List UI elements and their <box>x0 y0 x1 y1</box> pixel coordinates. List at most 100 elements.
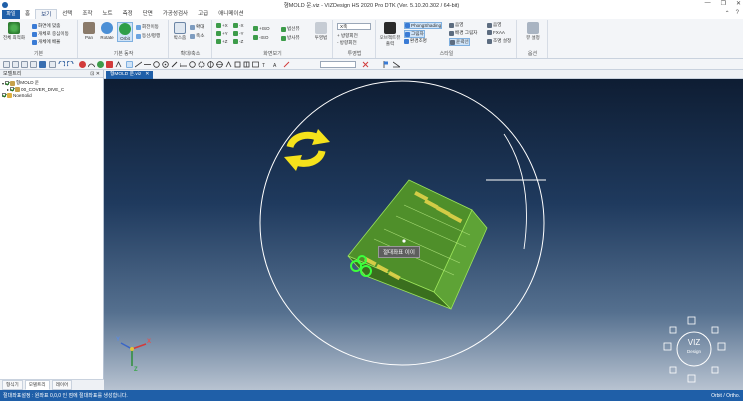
pen-icon[interactable] <box>171 61 178 68</box>
view-minus-z-button[interactable]: -Z <box>233 39 243 44</box>
collapse-ribbon-icon[interactable]: ⌃ <box>725 10 730 17</box>
box-zoom-button[interactable]: 박스줌 <box>172 22 188 41</box>
save-as-icon[interactable] <box>30 61 37 68</box>
center-on-object-button[interactable]: 개체로 중심이동 <box>32 31 69 37</box>
panel-pin-close-icon[interactable]: ⊡ ✕ <box>90 71 100 77</box>
tab-view[interactable]: 보기 <box>35 9 58 19</box>
tree-item[interactable]: NoeSolid <box>2 92 101 98</box>
rotate-minus-button[interactable]: - 방향회전 <box>337 40 357 46</box>
layers-icon[interactable] <box>234 61 241 68</box>
new-file-icon[interactable] <box>3 61 10 68</box>
viewport-canvas[interactable] <box>104 79 743 390</box>
view-minus-y-button[interactable]: -Y <box>233 31 244 36</box>
target-icon[interactable] <box>216 61 223 68</box>
fxaa-button[interactable]: FXAA <box>487 30 505 35</box>
tab-section[interactable]: 단면 <box>138 9 158 19</box>
view-minus-x-button[interactable]: -X <box>233 23 244 28</box>
tab-advanced[interactable]: 고급 <box>193 9 213 19</box>
view-plus-y-button[interactable]: +Y <box>216 31 228 36</box>
document-tab[interactable]: 형MOLD 운.viz ✕ <box>106 71 154 79</box>
shade-extra-button[interactable]: 음영 <box>487 22 501 28</box>
red-pen-icon[interactable] <box>283 61 290 68</box>
shadow-button[interactable]: 그림자 <box>404 30 425 38</box>
sphere-icon[interactable] <box>97 61 104 68</box>
close-button[interactable]: ✕ <box>736 0 741 7</box>
pan-button[interactable]: Pan <box>81 22 97 40</box>
tab-operate[interactable]: 조작 <box>77 9 97 19</box>
visibility-checkbox[interactable] <box>10 87 15 91</box>
slope-icon[interactable] <box>392 61 402 68</box>
radial-view-button[interactable]: 방사뷰 <box>281 35 300 41</box>
light-settings-button[interactable]: 조명 설정 <box>487 38 511 44</box>
minimize-button[interactable]: — <box>705 0 711 7</box>
outline-button[interactable]: 윤곽선 <box>449 38 470 46</box>
zoom-in-button[interactable]: 확대 <box>190 24 204 30</box>
redo-icon[interactable] <box>66 60 74 68</box>
tab-tree-view[interactable]: 형식기 <box>2 380 23 390</box>
axis-dropdown[interactable]: X축 <box>337 23 371 30</box>
tab-layer[interactable]: 레이어 <box>51 380 73 390</box>
save-icon[interactable] <box>21 61 28 68</box>
projection-button[interactable]: 투영법 <box>313 22 329 41</box>
image-icon[interactable] <box>252 61 259 68</box>
rotate-button[interactable]: Rotate <box>99 22 115 40</box>
open-file-icon[interactable] <box>12 61 19 68</box>
env-light-button[interactable]: 환경조명 <box>404 38 427 44</box>
dimension-icon[interactable] <box>179 61 187 68</box>
visibility-checkbox[interactable] <box>5 81 10 85</box>
maximize-button[interactable]: ❐ <box>721 0 726 7</box>
view-plus-z-button[interactable]: +Z <box>216 39 228 44</box>
select-point-icon[interactable] <box>126 61 133 68</box>
help-icon[interactable]: ? <box>736 10 739 17</box>
record-icon[interactable] <box>106 61 113 68</box>
3d-viewport[interactable]: 절대좌표 이이 Y X Z VIZ Design <box>104 79 743 390</box>
fit-all-button[interactable]: 전체 최적화 <box>3 22 25 41</box>
curve-icon[interactable] <box>87 61 96 68</box>
arc-icon[interactable] <box>189 61 196 68</box>
print-icon[interactable] <box>39 61 46 68</box>
toolbar-input[interactable] <box>320 61 356 68</box>
close-tab-icon[interactable]: ✕ <box>145 71 149 79</box>
shading-toggle-button[interactable]: 음영 <box>449 22 463 28</box>
gear-icon[interactable] <box>198 61 205 68</box>
circle-icon[interactable] <box>153 61 160 68</box>
point-icon[interactable] <box>79 61 86 68</box>
tab-home[interactable]: 홈 <box>20 9 35 19</box>
text-tool-icon[interactable]: A <box>273 61 280 69</box>
view-settings-button[interactable]: 뷰 설정 <box>525 22 541 41</box>
zoom-out-button[interactable]: 축소 <box>190 33 204 39</box>
fit-screen-button[interactable]: 화면에 맞춤 <box>32 23 60 29</box>
normal-view-button[interactable]: 법선뷰 <box>281 26 300 32</box>
view-plus-x-button[interactable]: +X <box>216 23 228 28</box>
file-menu-button[interactable]: 파일 <box>2 9 20 19</box>
text-icon[interactable]: T <box>262 61 269 69</box>
measure-icon[interactable] <box>207 61 214 68</box>
circle-center-icon[interactable] <box>162 61 169 68</box>
line-icon[interactable] <box>134 61 143 68</box>
mold-model[interactable] <box>347 179 488 310</box>
tab-animation[interactable]: 애니메이션 <box>213 9 248 19</box>
rotate-move-button[interactable]: 회전이동 <box>136 24 159 30</box>
cross-icon[interactable] <box>362 61 369 68</box>
phong-shading-button[interactable]: PhongShading <box>404 22 443 29</box>
undo-icon[interactable] <box>58 60 66 68</box>
object-view-output-button[interactable]: 오브젝트뷰 출력 <box>379 22 401 47</box>
grid-icon[interactable] <box>243 61 250 68</box>
view-plus-iso-button[interactable]: +ISO <box>253 26 270 31</box>
scale-to-object-button[interactable]: 개체에 배율 <box>32 39 60 45</box>
view-minus-iso-button[interactable]: -ISO <box>253 35 268 40</box>
bg-shadow-button[interactable]: 배경 그림자 <box>449 30 477 36</box>
tab-measure[interactable]: 측정 <box>118 9 138 19</box>
tab-select[interactable]: 선택 <box>57 9 77 19</box>
dash-icon[interactable] <box>144 61 151 68</box>
tab-model-tree[interactable]: 모델트리 <box>24 380 50 390</box>
perspective-parallel-button[interactable]: 등선/평행 <box>136 33 160 39</box>
rotate-plus-button[interactable]: + 방향회전 <box>337 33 358 39</box>
visibility-checkbox[interactable] <box>2 93 6 97</box>
orbit-button[interactable]: Orbit <box>117 22 133 42</box>
fork-icon[interactable] <box>115 61 122 68</box>
vertex-icon[interactable] <box>225 61 232 68</box>
tab-machinability[interactable]: 가공성검사 <box>158 9 193 19</box>
flag-icon[interactable] <box>383 61 390 68</box>
tab-note[interactable]: 노트 <box>97 9 117 19</box>
